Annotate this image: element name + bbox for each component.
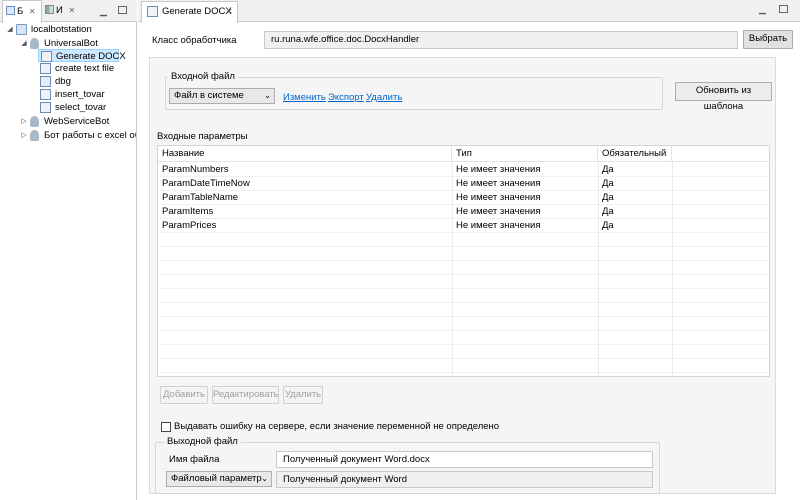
tree-task-dbg[interactable]: dbg [38,75,136,88]
tree-task-insert-tovar[interactable]: insert_tovar [38,88,136,101]
task-icon [40,102,51,113]
table-cell: Не имеет значения [456,192,541,203]
station-icon [16,24,27,35]
table-row[interactable]: ParamTableName Не имеет значения Да [158,191,769,205]
task-icon [40,63,51,74]
error-checkbox[interactable] [161,422,171,432]
tree-item-bot[interactable]: ▷ Бот работы с excel объ [20,129,136,142]
table-cell: ParamNumbers [162,164,229,175]
table-row[interactable]: ParamPrices Не имеет значения Да [158,219,769,233]
row-divider [158,344,769,345]
user-icon [30,116,39,127]
row-divider [158,232,769,233]
navigator-pane: Б ✕ И ✕ ▁ ◢ localbotstation ◢ UniversalB… [0,0,137,500]
column-header-name[interactable]: Название [158,146,452,162]
table-cell: Не имеет значения [456,178,541,189]
row-divider [158,204,769,205]
row-divider [158,330,769,331]
task-icon [40,76,51,87]
tree-root[interactable]: ◢ localbotstation [6,23,136,36]
delete-file-link[interactable]: Удалить [366,92,402,103]
handler-label: Класс обработчика [152,35,237,46]
row-divider [158,260,769,261]
maximize-icon[interactable] [118,0,130,22]
file-param-select[interactable]: Файловый параметр ⌄ [166,471,272,487]
table-row[interactable]: ParamNumbers Не имеет значения Да [158,163,769,177]
table-cell: Да [602,220,614,231]
table-row[interactable]: ParamItems Не имеет значения Да [158,205,769,219]
close-icon[interactable]: ✕ [29,7,36,16]
column-header-filler [672,146,769,162]
params-table[interactable]: Название Тип Обязательный ParamNumbers Не… [157,145,770,377]
row-divider [158,246,769,247]
minimize-icon[interactable]: ▁ [100,0,112,22]
table-cell: Да [602,164,614,175]
user-icon [30,38,39,49]
tree-task-generate-docx[interactable]: Generate DOCX [38,49,126,62]
row-divider [158,316,769,317]
tree-task-create-text-file[interactable]: create text file [38,62,136,75]
file-name-label: Имя файла [169,454,220,465]
close-icon[interactable]: ✕ [68,6,75,15]
row-divider [158,358,769,359]
error-checkbox-label: Выдавать ошибку на сервере, если значени… [174,421,500,432]
tab-generate-docx[interactable]: Generate DOCX ✕ [141,1,238,23]
tab-bots[interactable]: Б ✕ [2,0,42,23]
close-icon[interactable]: ✕ [226,2,233,22]
collapsed-icon[interactable]: ▷ [20,115,28,128]
params-title: Входные параметры [157,131,248,142]
edit-param-button[interactable]: Редактировать [212,386,279,404]
tree-task-select-tovar[interactable]: select_tovar [38,101,136,114]
user-icon [30,130,39,141]
maximize-icon[interactable] [779,5,788,13]
chevron-down-icon: ⌄ [264,91,271,100]
column-header-type[interactable]: Тип [452,146,598,162]
bots-tab-icon [6,6,15,15]
table-cell: Да [602,178,614,189]
expand-icon[interactable]: ◢ [6,23,14,36]
file-source-select[interactable]: Файл в системе ⌄ [169,88,275,104]
task-icon [40,89,51,100]
task-icon [41,51,52,62]
choose-handler-button[interactable]: Выбрать [743,30,793,49]
table-cell: Да [602,192,614,203]
file-param-field[interactable]: Полученный документ Word [276,471,653,488]
expand-icon[interactable]: ◢ [20,37,28,50]
handler-class-field[interactable]: ru.runa.wfe.office.doc.DocxHandler [264,31,738,49]
table-row[interactable]: ParamDateTimeNow Не имеет значения Да [158,177,769,191]
delete-param-button[interactable]: Удалить [283,386,323,404]
minimize-icon[interactable]: ▁ [759,4,766,15]
navigator-tabbar: Б ✕ И ✕ ▁ [0,0,137,23]
table-cell: Да [602,206,614,217]
row-divider [158,274,769,275]
tab-info[interactable]: И ✕ [45,0,85,22]
row-divider [158,372,769,373]
output-file-group-label: Выходной файл [164,436,241,447]
row-divider [158,218,769,219]
row-divider [158,302,769,303]
update-from-template-button[interactable]: Обновить из шаблона [675,82,772,112]
grid-icon [45,5,54,14]
input-file-group-label: Входной файл [168,71,238,82]
change-file-link[interactable]: Изменить [283,92,326,103]
tree-item-bot[interactable]: ▷ WebServiceBot [20,115,136,128]
file-name-field[interactable]: Полученный документ Word.docx [276,451,653,468]
table-cell: ParamItems [162,206,214,217]
export-file-link[interactable]: Экспорт [328,92,364,103]
row-divider [158,190,769,191]
chevron-down-icon: ⌄ [261,474,268,483]
column-header-required[interactable]: Обязательный [598,146,672,162]
table-cell: Не имеет значения [456,164,541,175]
table-cell: Не имеет значения [456,206,541,217]
table-cell: Не имеет значения [456,220,541,231]
table-cell: ParamPrices [162,220,217,231]
add-param-button[interactable]: Добавить [160,386,208,404]
table-cell: ParamTableName [162,192,239,203]
row-divider [158,176,769,177]
task-icon [147,6,158,17]
row-divider [158,288,769,289]
collapsed-icon[interactable]: ▷ [20,129,28,142]
table-cell: ParamDateTimeNow [162,178,250,189]
